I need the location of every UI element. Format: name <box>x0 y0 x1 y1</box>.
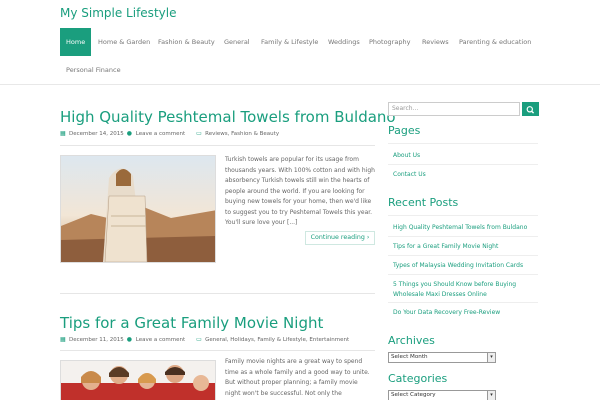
widget-title-archives: Archives <box>388 334 435 347</box>
post-date[interactable]: December 14, 2015 <box>69 131 124 137</box>
post-meta: ▦ December 11, 2015 ● Leave a comment ▭ … <box>60 336 349 344</box>
calendar-icon: ▦ <box>60 336 66 343</box>
site-title[interactable]: My Simple Lifestyle <box>60 6 176 20</box>
post-categories[interactable]: Reviews, Fashion & Beauty <box>205 131 279 137</box>
search-button[interactable] <box>522 102 539 116</box>
post-thumbnail-family[interactable] <box>60 360 216 400</box>
archives-dropdown-value: Select Month <box>391 354 428 360</box>
nav-item-photography[interactable]: Photography <box>363 28 416 56</box>
recent-post-link[interactable]: 5 Things you Should Know before Buying W… <box>388 280 538 299</box>
family-photo-image <box>61 361 215 400</box>
search-icon <box>526 106 535 114</box>
post-excerpt: Turkish towels are popular for its usage… <box>225 156 375 226</box>
nav-item-home[interactable]: Home <box>60 28 91 56</box>
widget-separator <box>388 164 538 165</box>
comments-link[interactable]: Leave a comment <box>136 337 185 343</box>
comment-icon: ● <box>126 130 133 137</box>
post-date[interactable]: December 11, 2015 <box>69 337 124 343</box>
post-categories[interactable]: General, Holidays, Family & Lifestyle, E… <box>205 337 349 343</box>
categories-dropdown[interactable]: Select Category ▾ <box>388 390 496 400</box>
nav-item-family-lifestyle[interactable]: Family & Lifestyle <box>255 28 324 56</box>
widget-separator <box>388 255 538 256</box>
page-link-about-us[interactable]: About Us <box>388 151 538 161</box>
nav-item-general[interactable]: General <box>218 28 256 56</box>
nav-item-fashion-beauty[interactable]: Fashion & Beauty <box>152 28 221 56</box>
folder-icon: ▭ <box>196 336 202 343</box>
nav-item-personal-finance[interactable]: Personal Finance <box>60 56 127 84</box>
widget-separator <box>388 302 538 303</box>
widget-title-categories: Categories <box>388 372 448 385</box>
nav-item-weddings[interactable]: Weddings <box>322 28 366 56</box>
recent-post-link[interactable]: Types of Malaysia Wedding Invitation Car… <box>388 261 538 271</box>
comment-icon: ● <box>126 336 133 343</box>
search-input[interactable]: Search... <box>388 102 520 116</box>
chevron-right-icon: › <box>366 234 370 241</box>
divider <box>60 350 375 351</box>
woman-with-towel-image <box>61 156 215 262</box>
page-link-contact-us[interactable]: Contact Us <box>388 170 538 180</box>
widget-title-pages: Pages <box>388 124 421 137</box>
continue-reading-button[interactable]: Continue reading › <box>305 231 375 245</box>
widget-title-recent-posts: Recent Posts <box>388 196 459 209</box>
chevron-down-icon: ▾ <box>487 391 495 400</box>
nav-item-home-garden[interactable]: Home & Garden <box>92 28 156 56</box>
divider <box>60 293 375 294</box>
widget-separator <box>388 143 538 144</box>
archives-dropdown[interactable]: Select Month ▾ <box>388 352 496 363</box>
folder-icon: ▭ <box>196 130 202 137</box>
post-thumbnail-towel[interactable] <box>60 155 216 263</box>
recent-post-link[interactable]: Tips for a Great Family Movie Night <box>388 242 538 252</box>
comments-link[interactable]: Leave a comment <box>136 131 185 137</box>
post-meta: ▦ December 14, 2015 ● Leave a comment ▭ … <box>60 130 279 138</box>
recent-post-link[interactable]: Do Your Data Recovery Free-Review <box>388 308 538 318</box>
site-header: My Simple Lifestyle Home Home & Garden F… <box>0 0 600 85</box>
categories-dropdown-value: Select Category <box>391 392 436 398</box>
continue-reading-label: Continue reading <box>310 234 365 241</box>
recent-post-link[interactable]: High Quality Peshtemal Towels from Bulda… <box>388 223 538 233</box>
widget-separator <box>388 274 538 275</box>
post-title[interactable]: High Quality Peshtemal Towels from Bulda… <box>60 108 396 126</box>
post-excerpt: Family movie nights are a great way to s… <box>225 358 370 397</box>
chevron-down-icon: ▾ <box>487 353 495 362</box>
calendar-icon: ▦ <box>60 130 66 137</box>
nav-item-reviews[interactable]: Reviews <box>416 28 455 56</box>
widget-separator <box>388 215 538 216</box>
nav-item-parenting-education[interactable]: Parenting & education <box>453 28 537 56</box>
widget-separator <box>388 236 538 237</box>
divider <box>60 145 375 146</box>
post-title[interactable]: Tips for a Great Family Movie Night <box>60 314 323 332</box>
